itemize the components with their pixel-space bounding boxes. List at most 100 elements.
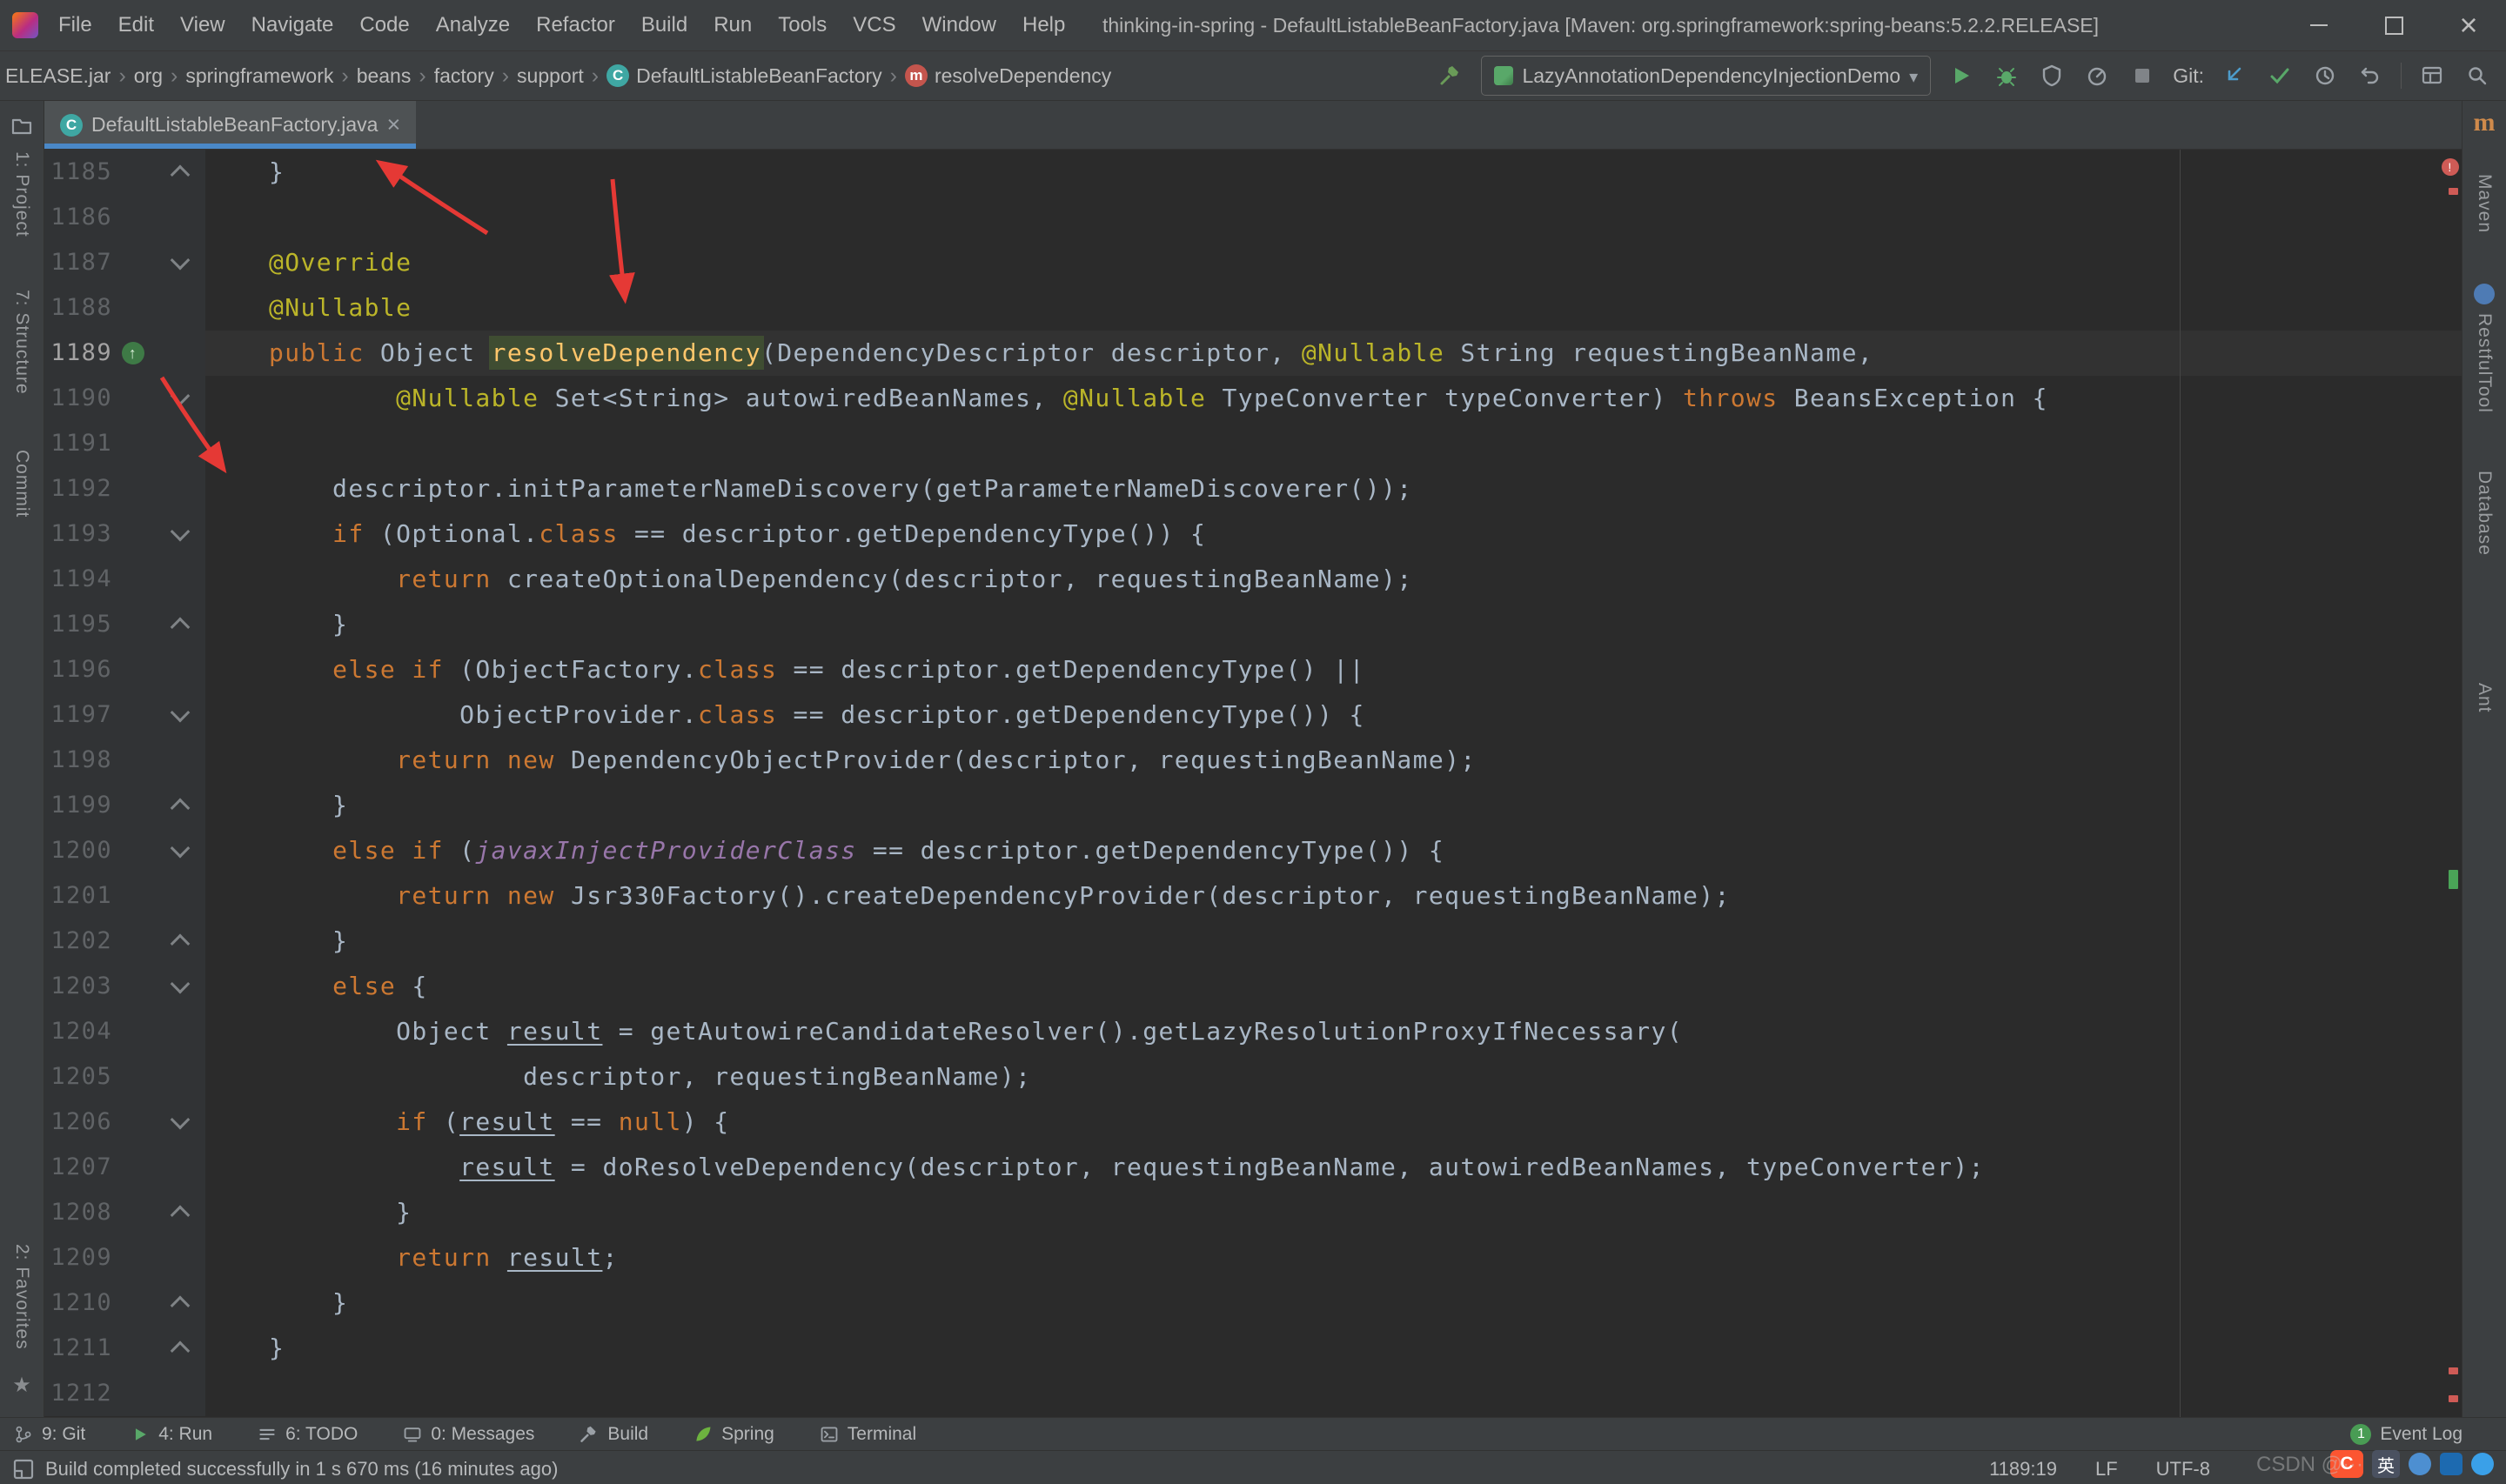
menu-navigate[interactable]: Navigate (238, 0, 347, 50)
menu-view[interactable]: View (167, 0, 238, 50)
code-line[interactable]: 1203 else { (44, 964, 2462, 1009)
line-number[interactable]: 1187 (44, 240, 112, 285)
vcs-commit-icon[interactable] (2265, 61, 2295, 90)
code-line[interactable]: 1201 return new Jsr330Factory().createDe… (44, 873, 2462, 919)
error-stripe[interactable] (2442, 150, 2462, 1417)
stop-button[interactable] (2127, 61, 2157, 90)
tool-stripe-item-ant[interactable]: Ant (2474, 683, 2495, 713)
toolwindow-button-6-todo[interactable]: 6: TODO (258, 1424, 358, 1445)
plugin-icon[interactable] (2474, 284, 2495, 305)
favorites-star-icon[interactable] (12, 1373, 31, 1398)
code-line[interactable]: 1187 @Override (44, 240, 2462, 285)
menu-tools[interactable]: Tools (765, 0, 840, 50)
code-line[interactable]: 1204 Object result = getAutowireCandidat… (44, 1009, 2462, 1054)
line-number[interactable]: 1204 (44, 1009, 112, 1054)
line-number[interactable]: 1211 (44, 1326, 112, 1371)
toolwindow-button-terminal[interactable]: Terminal (820, 1424, 916, 1445)
toolwindow-button-4-run[interactable]: 4: Run (131, 1424, 212, 1445)
vcs-rollback-icon[interactable] (2355, 61, 2385, 90)
code-line[interactable]: 1193 if (Optional.class == descriptor.ge… (44, 511, 2462, 557)
line-number[interactable]: 1208 (44, 1190, 112, 1235)
menu-refactor[interactable]: Refactor (523, 0, 628, 50)
build-hammer-icon[interactable] (1436, 61, 1465, 90)
tab-close-icon[interactable] (386, 113, 400, 137)
toolwindow-quick-access-icon[interactable] (12, 1458, 35, 1481)
line-number[interactable]: 1194 (44, 557, 112, 602)
project-tool-icon[interactable] (10, 115, 33, 137)
code-line[interactable]: 1211 } (44, 1326, 2462, 1371)
breadcrumb-item[interactable]: org (134, 64, 163, 88)
code-line[interactable]: 1199 } (44, 783, 2462, 828)
line-number[interactable]: 1195 (44, 602, 112, 647)
line-number[interactable]: 1210 (44, 1280, 112, 1326)
code-line[interactable]: 1206 if (result == null) { (44, 1100, 2462, 1145)
code-line[interactable]: 1194 return createOptionalDependency(des… (44, 557, 2462, 602)
line-number[interactable]: 1186 (44, 195, 112, 240)
error-stripe-mark[interactable] (2449, 1367, 2458, 1374)
code-line[interactable]: 1195 } (44, 602, 2462, 647)
menu-file[interactable]: File (45, 0, 105, 50)
menu-window[interactable]: Window (909, 0, 1009, 50)
tool-stripe-item-restfultool[interactable]: RestfulTool (2474, 313, 2495, 413)
line-number[interactable]: 1188 (44, 285, 112, 331)
fold-marker-icon[interactable] (170, 1109, 190, 1130)
line-number[interactable]: 1193 (44, 511, 112, 557)
search-everywhere-icon[interactable] (2462, 61, 2492, 90)
code-line[interactable]: 1190 @Nullable Set<String> autowiredBean… (44, 376, 2462, 421)
breadcrumb-item[interactable]: DefaultListableBeanFactory (606, 64, 882, 88)
code-line[interactable]: 1185 } (44, 150, 2462, 195)
line-number[interactable]: 1189 (44, 331, 112, 376)
tool-stripe-item-2-favorites[interactable]: 2: Favorites (11, 1244, 32, 1350)
menu-run[interactable]: Run (700, 0, 765, 50)
code-line[interactable]: 1202 } (44, 919, 2462, 964)
vcs-history-icon[interactable] (2310, 61, 2340, 90)
breadcrumb-item[interactable]: support (517, 64, 584, 88)
fold-marker-icon[interactable] (170, 521, 190, 542)
fold-marker-icon[interactable] (170, 798, 190, 819)
code-line[interactable]: 1208 } (44, 1190, 2462, 1235)
fold-marker-icon[interactable] (170, 164, 190, 185)
breadcrumb-item[interactable]: beans (357, 64, 412, 88)
code-line[interactable]: 1207 result = doResolveDependency(descri… (44, 1145, 2462, 1190)
fold-marker-icon[interactable] (170, 1295, 190, 1316)
line-separator-widget[interactable]: LF (2095, 1458, 2118, 1481)
line-number[interactable]: 1202 (44, 919, 112, 964)
menu-analyze[interactable]: Analyze (423, 0, 523, 50)
change-stripe-mark[interactable] (2449, 870, 2458, 889)
minimize-button[interactable] (2282, 0, 2356, 50)
encoding-widget[interactable]: UTF-8 (2156, 1458, 2210, 1481)
code-line[interactable]: 1196 else if (ObjectFactory.class == des… (44, 647, 2462, 692)
line-number[interactable]: 1191 (44, 421, 112, 466)
fold-marker-icon[interactable] (170, 385, 190, 406)
breadcrumb-item[interactable]: ELEASE.jar (5, 64, 111, 88)
fold-marker-icon[interactable] (170, 702, 190, 723)
breadcrumb-item[interactable]: springframework (185, 64, 333, 88)
line-number[interactable]: 1205 (44, 1054, 112, 1100)
fold-marker-icon[interactable] (170, 838, 190, 859)
tool-stripe-item-7-structure[interactable]: 7: Structure (11, 290, 32, 395)
fold-marker-icon[interactable] (170, 250, 190, 271)
line-number[interactable]: 1203 (44, 964, 112, 1009)
line-number[interactable]: 1197 (44, 692, 112, 738)
code-line[interactable]: 1205 descriptor, requestingBeanName); (44, 1054, 2462, 1100)
run-config-select[interactable]: LazyAnnotationDependencyInjectionDemo (1481, 56, 1932, 96)
run-button[interactable] (1947, 61, 1976, 90)
menu-help[interactable]: Help (1009, 0, 1078, 50)
menu-code[interactable]: Code (346, 0, 422, 50)
line-number[interactable]: 1196 (44, 647, 112, 692)
code-line[interactable]: 1200 else if (javaxInjectProviderClass =… (44, 828, 2462, 873)
fold-marker-icon[interactable] (170, 973, 190, 994)
toolwindow-button-0-messages[interactable]: 0: Messages (403, 1424, 534, 1445)
inspection-indicator-icon[interactable] (2442, 158, 2459, 176)
line-number[interactable]: 1206 (44, 1100, 112, 1145)
tool-stripe-item-maven[interactable]: Maven (2474, 174, 2495, 233)
menu-edit[interactable]: Edit (105, 0, 167, 50)
tool-stripe-item-commit[interactable]: Commit (11, 450, 32, 518)
code-line[interactable]: 1209 return result; (44, 1235, 2462, 1280)
menu-vcs[interactable]: VCS (840, 0, 908, 50)
code-line[interactable]: 1188 @Nullable (44, 285, 2462, 331)
close-button[interactable] (2431, 0, 2506, 50)
caret-position-widget[interactable]: 1189:19 (1989, 1458, 2057, 1481)
line-number[interactable]: 1200 (44, 828, 112, 873)
menu-build[interactable]: Build (628, 0, 700, 50)
